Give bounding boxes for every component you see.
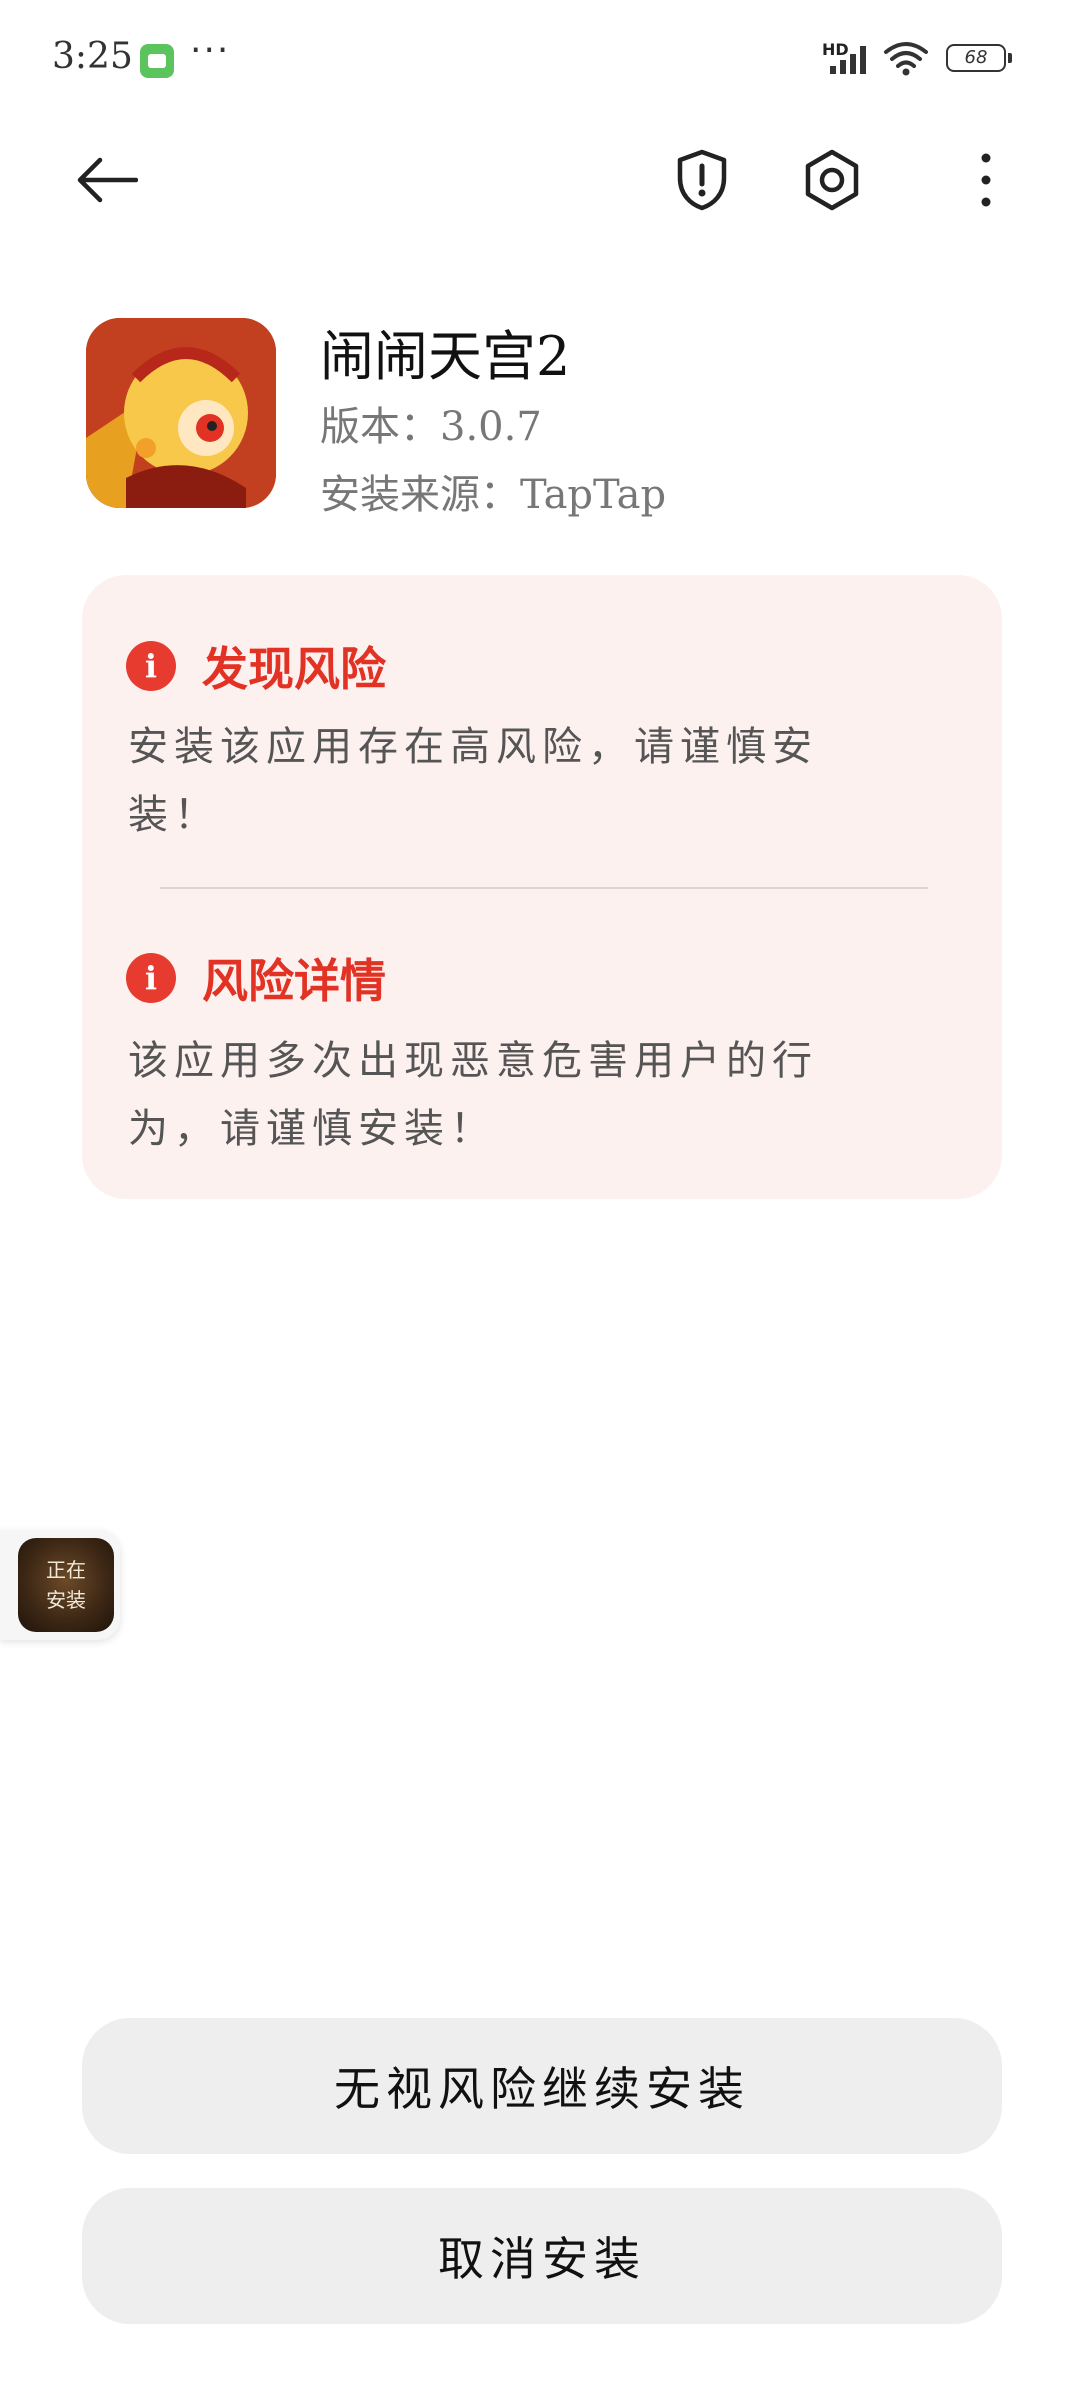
signal-icon	[830, 46, 866, 74]
version-label: 版本：	[320, 404, 440, 450]
cancel-install-button[interactable]: 取消安装	[82, 2188, 1002, 2324]
shield-alert-icon	[677, 149, 727, 211]
risk-warning-card: i 发现风险 安装该应用存在高风险，请谨慎安装！ i 风险详情 该应用多次出现恶…	[82, 575, 1002, 1199]
arrow-left-icon	[77, 157, 138, 203]
installing-label-line1: 正在	[46, 1558, 86, 1582]
risk-found-heading: i 发现风险	[126, 633, 386, 699]
risk-found-title: 发现风险	[202, 642, 386, 696]
alert-info-icon: i	[126, 641, 176, 691]
notification-app-icon	[140, 44, 174, 78]
settings-button[interactable]	[792, 140, 872, 220]
risk-detail-heading: i 风险详情	[126, 945, 386, 1011]
more-options-button[interactable]	[946, 140, 1026, 220]
installing-floating-badge[interactable]: 正在 安装	[0, 1530, 120, 1640]
gear-icon	[805, 149, 859, 211]
monkey-king-app-artwork	[86, 318, 276, 508]
battery-indicator: 68	[946, 44, 1012, 72]
status-more-dots: ···	[190, 30, 231, 71]
installing-thumbnail: 正在 安装	[18, 1538, 114, 1632]
installer-risk-screen: 3:25 ··· HD 68 闹闹天宫2 版本：3.0.7 安装来源：TapTa…	[0, 0, 1080, 2400]
app-name: 闹闹天宫2	[320, 325, 571, 388]
alert-info-icon: i	[126, 953, 176, 1003]
app-icon	[86, 318, 276, 508]
version-value: 3.0.7	[440, 404, 542, 450]
risk-divider	[160, 887, 928, 889]
app-source-row: 安装来源：TapTap	[320, 462, 666, 520]
status-time: 3:25	[52, 36, 133, 77]
back-button[interactable]	[66, 140, 146, 220]
installing-label-line2: 安装	[46, 1588, 86, 1612]
risk-found-body: 安装该应用存在高风险，请谨慎安装！	[128, 724, 818, 838]
more-vertical-icon	[981, 153, 991, 207]
wifi-icon	[884, 42, 928, 76]
security-shield-button[interactable]	[662, 140, 742, 220]
risk-detail-body: 该应用多次出现恶意危害用户的行为，请谨慎安装！	[128, 1038, 818, 1152]
source-value: TapTap	[520, 472, 667, 518]
continue-install-button[interactable]: 无视风险继续安装	[82, 2018, 1002, 2154]
status-bar: 3:25 ··· HD 68	[0, 0, 1080, 120]
source-label: 安装来源：	[320, 472, 520, 518]
app-version-row: 版本：3.0.7	[320, 394, 542, 452]
risk-detail-title: 风险详情	[202, 954, 386, 1008]
